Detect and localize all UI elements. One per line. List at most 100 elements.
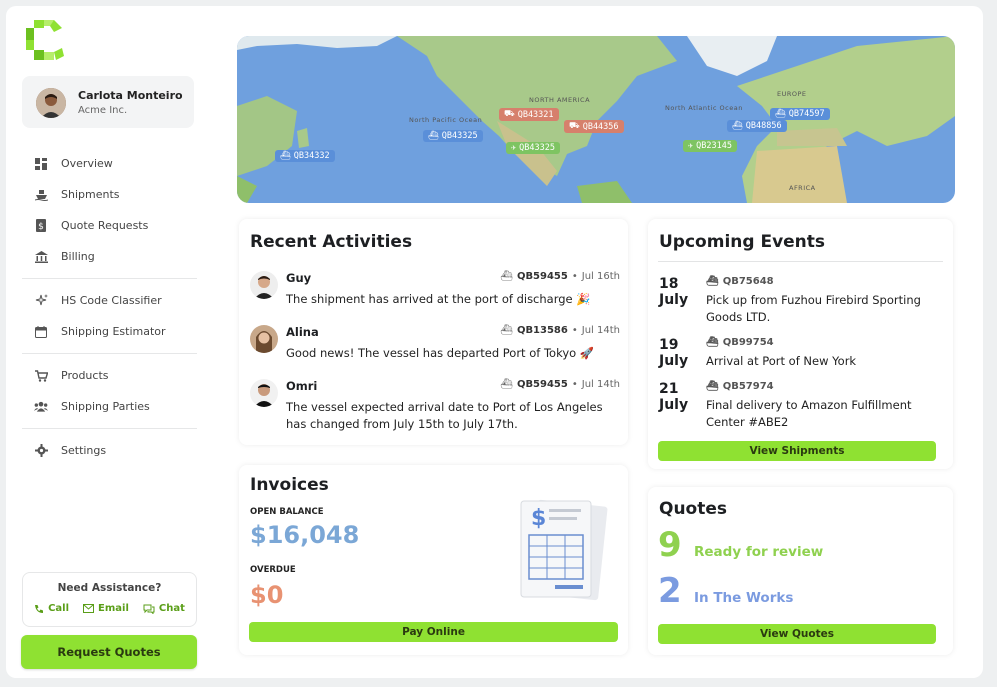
activity-user: Omri	[286, 379, 318, 393]
email-link[interactable]: Email	[83, 603, 129, 614]
activity-date: Jul 14th	[581, 325, 620, 336]
activity-message: Good news! The vessel has departed Port …	[286, 346, 595, 360]
sidebar-nav: Overview Shipments $ Quote Requests Bill…	[22, 148, 197, 466]
ship-icon	[34, 188, 48, 202]
sidebar-item-label: HS Code Classifier	[61, 294, 162, 307]
sidebar-item-products[interactable]: Products	[22, 360, 197, 391]
map-label: NORTH AMERICA	[529, 96, 591, 104]
dollar-doc-icon: $	[34, 219, 48, 233]
ship-icon: ⛴	[775, 109, 786, 119]
map-shipment-tag[interactable]: ⛴ QB74597	[770, 108, 830, 120]
activity-message: The vessel expected arrival date to Port…	[286, 400, 603, 431]
sidebar-item-label: Shipments	[61, 188, 120, 201]
invoices-card: Invoices OPEN BALANCE $16,048 OVERDUE $0…	[239, 465, 628, 655]
recent-activities-card: Recent Activities Guy ⛴ QB59455 • Jul 16th …	[239, 219, 628, 445]
mail-icon	[83, 604, 95, 613]
sparkle-icon	[34, 294, 48, 308]
title-divider	[658, 261, 943, 262]
plane-icon: ✈	[688, 141, 694, 151]
assistance-box: Need Assistance? Call Email Chat	[22, 572, 197, 627]
bank-icon	[34, 250, 48, 264]
calendar-icon	[34, 325, 48, 339]
ship-icon: ⛴	[280, 151, 291, 161]
map-shipment-tag[interactable]: ⛟ QB43321	[499, 108, 559, 121]
dashboard-icon	[34, 157, 48, 171]
quotes-card: Quotes 9 Ready for review 2 In The Works…	[648, 487, 953, 655]
event-text: Arrival at Port of New York	[706, 354, 857, 368]
event-code[interactable]: ⛴ QB57974	[706, 381, 774, 392]
event-code[interactable]: ⛴ QB99754	[706, 337, 774, 348]
user-avatar	[36, 88, 66, 118]
company-logo[interactable]	[24, 18, 68, 62]
pay-online-button[interactable]: Pay Online	[249, 622, 618, 642]
works-label[interactable]: In The Works	[694, 590, 793, 606]
map-shipment-tag[interactable]: ⛴ QB34332	[275, 150, 335, 162]
avatar	[250, 379, 278, 407]
map-shipment-tag[interactable]: ✈ QB43325	[506, 142, 560, 154]
ship-icon: ⛴	[500, 271, 513, 282]
map-shipment-tag[interactable]: ⛴ QB43325	[423, 130, 483, 142]
call-link[interactable]: Call	[34, 603, 69, 614]
ready-label[interactable]: Ready for review	[694, 544, 823, 560]
sidebar-item-label: Products	[61, 369, 109, 382]
truck-icon: ⛟	[504, 109, 515, 119]
ship-icon: ⛴	[500, 379, 513, 390]
nav-divider	[22, 353, 197, 354]
truck-icon: ⛟	[569, 121, 580, 131]
activity-meta: ⛴ QB13586 • Jul 14th	[500, 325, 620, 336]
nav-divider	[22, 278, 197, 279]
ship-icon: ⛴	[706, 337, 719, 348]
map-shipment-tag[interactable]: ✈ QB23145	[683, 140, 737, 152]
avatar	[250, 271, 278, 299]
shipment-code[interactable]: QB13586	[517, 325, 568, 336]
svg-text:$: $	[38, 222, 44, 232]
shipment-code[interactable]: QB59455	[517, 379, 568, 390]
view-shipments-button[interactable]: View Shipments	[658, 441, 936, 461]
event-text: Final delivery to Amazon Fulfillment Cen…	[706, 398, 912, 429]
sidebar-item-overview[interactable]: Overview	[22, 148, 197, 179]
sidebar-item-settings[interactable]: Settings	[22, 435, 197, 466]
user-name: Carlota Monteiro	[78, 89, 183, 102]
activity-meta: ⛴ QB59455 • Jul 16th	[500, 271, 620, 282]
quotes-title: Quotes	[659, 499, 728, 519]
event-code[interactable]: ⛴ QB75648	[706, 276, 774, 287]
group-icon	[34, 400, 48, 414]
event-date: 19 July	[659, 337, 689, 369]
sidebar-item-label: Quote Requests	[61, 219, 149, 232]
request-quotes-button[interactable]: Request Quotes	[21, 635, 197, 669]
open-balance-label: OPEN BALANCE	[250, 507, 324, 517]
map-label: North Atlantic Ocean	[665, 104, 743, 112]
sidebar-item-billing[interactable]: Billing	[22, 241, 197, 272]
open-balance-value: $16,048	[250, 521, 360, 549]
sidebar-item-hs-code[interactable]: HS Code Classifier	[22, 285, 197, 316]
activity-user: Guy	[286, 271, 312, 285]
ship-icon: ⛴	[500, 325, 513, 336]
event-date: 18 July	[659, 276, 689, 308]
sidebar-item-quote-requests[interactable]: $ Quote Requests	[22, 210, 197, 241]
map-label: North Pacific Ocean	[409, 116, 483, 124]
avatar	[250, 325, 278, 353]
map-shipment-tag[interactable]: ⛴ QB48856	[727, 120, 787, 132]
overdue-value: $0	[250, 581, 284, 609]
chat-icon	[143, 604, 155, 614]
recent-activities-title: Recent Activities	[250, 232, 413, 252]
user-org: Acme Inc.	[78, 105, 128, 116]
user-card[interactable]: Carlota Monteiro Acme Inc.	[22, 76, 194, 128]
sidebar-item-shipping-estimator[interactable]: Shipping Estimator	[22, 316, 197, 347]
sidebar-item-shipping-parties[interactable]: Shipping Parties	[22, 391, 197, 422]
event-date: 21 July	[659, 381, 689, 413]
ship-icon: ⛴	[706, 276, 719, 287]
map-label: AFRICA	[789, 184, 816, 192]
shipments-map[interactable]: NORTH AMERICA North Pacific Ocean North …	[237, 36, 955, 203]
works-count: 2	[658, 571, 682, 611]
chat-link[interactable]: Chat	[143, 603, 185, 614]
sidebar-item-shipments[interactable]: Shipments	[22, 179, 197, 210]
cart-icon	[34, 369, 48, 383]
upcoming-events-card: Upcoming Events 18 July ⛴ QB75648 Pick up …	[648, 219, 953, 469]
upcoming-events-title: Upcoming Events	[659, 232, 826, 252]
map-shipment-tag[interactable]: ⛟ QB44356	[564, 120, 624, 133]
view-quotes-button[interactable]: View Quotes	[658, 624, 936, 644]
sidebar-item-label: Billing	[61, 250, 95, 263]
shipment-code[interactable]: QB59455	[517, 271, 568, 282]
ship-icon: ⛴	[732, 121, 743, 131]
